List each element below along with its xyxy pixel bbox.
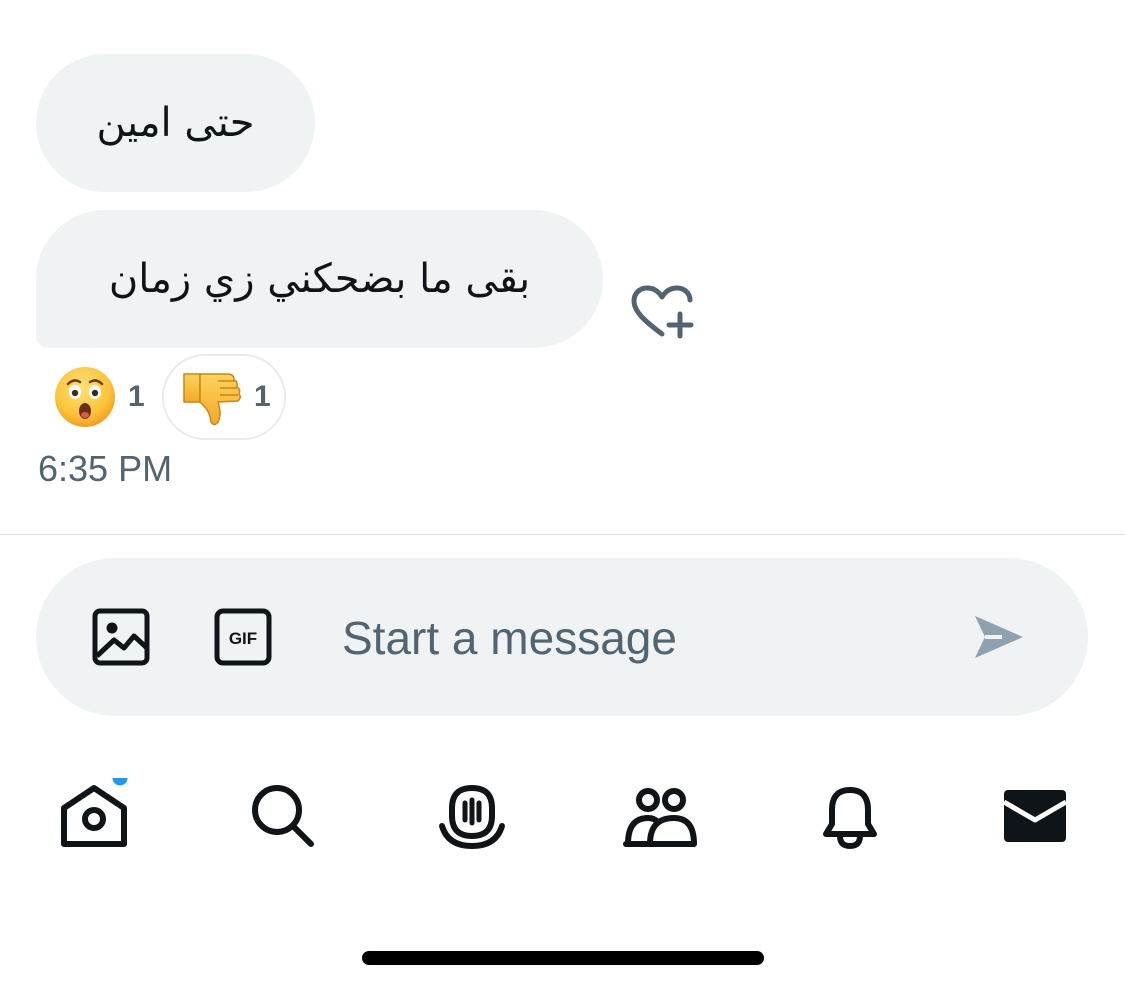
astonished-face-icon — [55, 367, 115, 427]
home-indicator[interactable] — [362, 951, 764, 965]
gif-icon: GIF — [214, 608, 272, 666]
reaction-count: 1 — [128, 380, 145, 413]
tab-spaces[interactable] — [434, 778, 510, 854]
envelope-icon — [1002, 790, 1068, 842]
spaces-icon — [439, 784, 505, 850]
tab-notifications[interactable] — [812, 778, 888, 854]
reaction-astonished[interactable]: 1 — [46, 354, 156, 440]
message-timestamp: 6:35 PM — [38, 448, 173, 489]
search-icon — [252, 785, 314, 847]
add-image-button[interactable] — [92, 608, 150, 666]
home-notification-dot — [109, 767, 131, 789]
thumbs-down-icon — [183, 373, 242, 426]
tab-search[interactable] — [245, 778, 321, 854]
message-text: بقى ما بضحكني زي زمان — [108, 256, 531, 302]
message-bubble[interactable]: حتى امين — [36, 54, 315, 192]
tab-communities[interactable] — [622, 778, 698, 854]
add-gif-button[interactable]: GIF — [214, 608, 272, 666]
home-icon — [61, 767, 131, 847]
message-text: حتى امين — [96, 100, 255, 146]
gif-label: GIF — [229, 629, 257, 648]
reaction-count: 1 — [254, 380, 271, 413]
send-button[interactable] — [972, 612, 1026, 662]
tab-messages[interactable] — [996, 778, 1072, 854]
message-input[interactable] — [340, 602, 924, 674]
add-reaction-button[interactable] — [628, 282, 698, 342]
tab-home[interactable] — [56, 767, 132, 854]
message-composer: GIF — [36, 558, 1088, 716]
reaction-thumbs-down[interactable]: 1 — [162, 354, 286, 440]
bell-icon — [823, 787, 877, 850]
divider — [0, 534, 1125, 535]
message-bubble[interactable]: بقى ما بضحكني زي زمان — [36, 210, 603, 348]
communities-icon — [623, 788, 697, 847]
send-icon — [975, 616, 1023, 658]
heart-plus-icon — [631, 285, 694, 339]
image-icon — [92, 608, 150, 666]
